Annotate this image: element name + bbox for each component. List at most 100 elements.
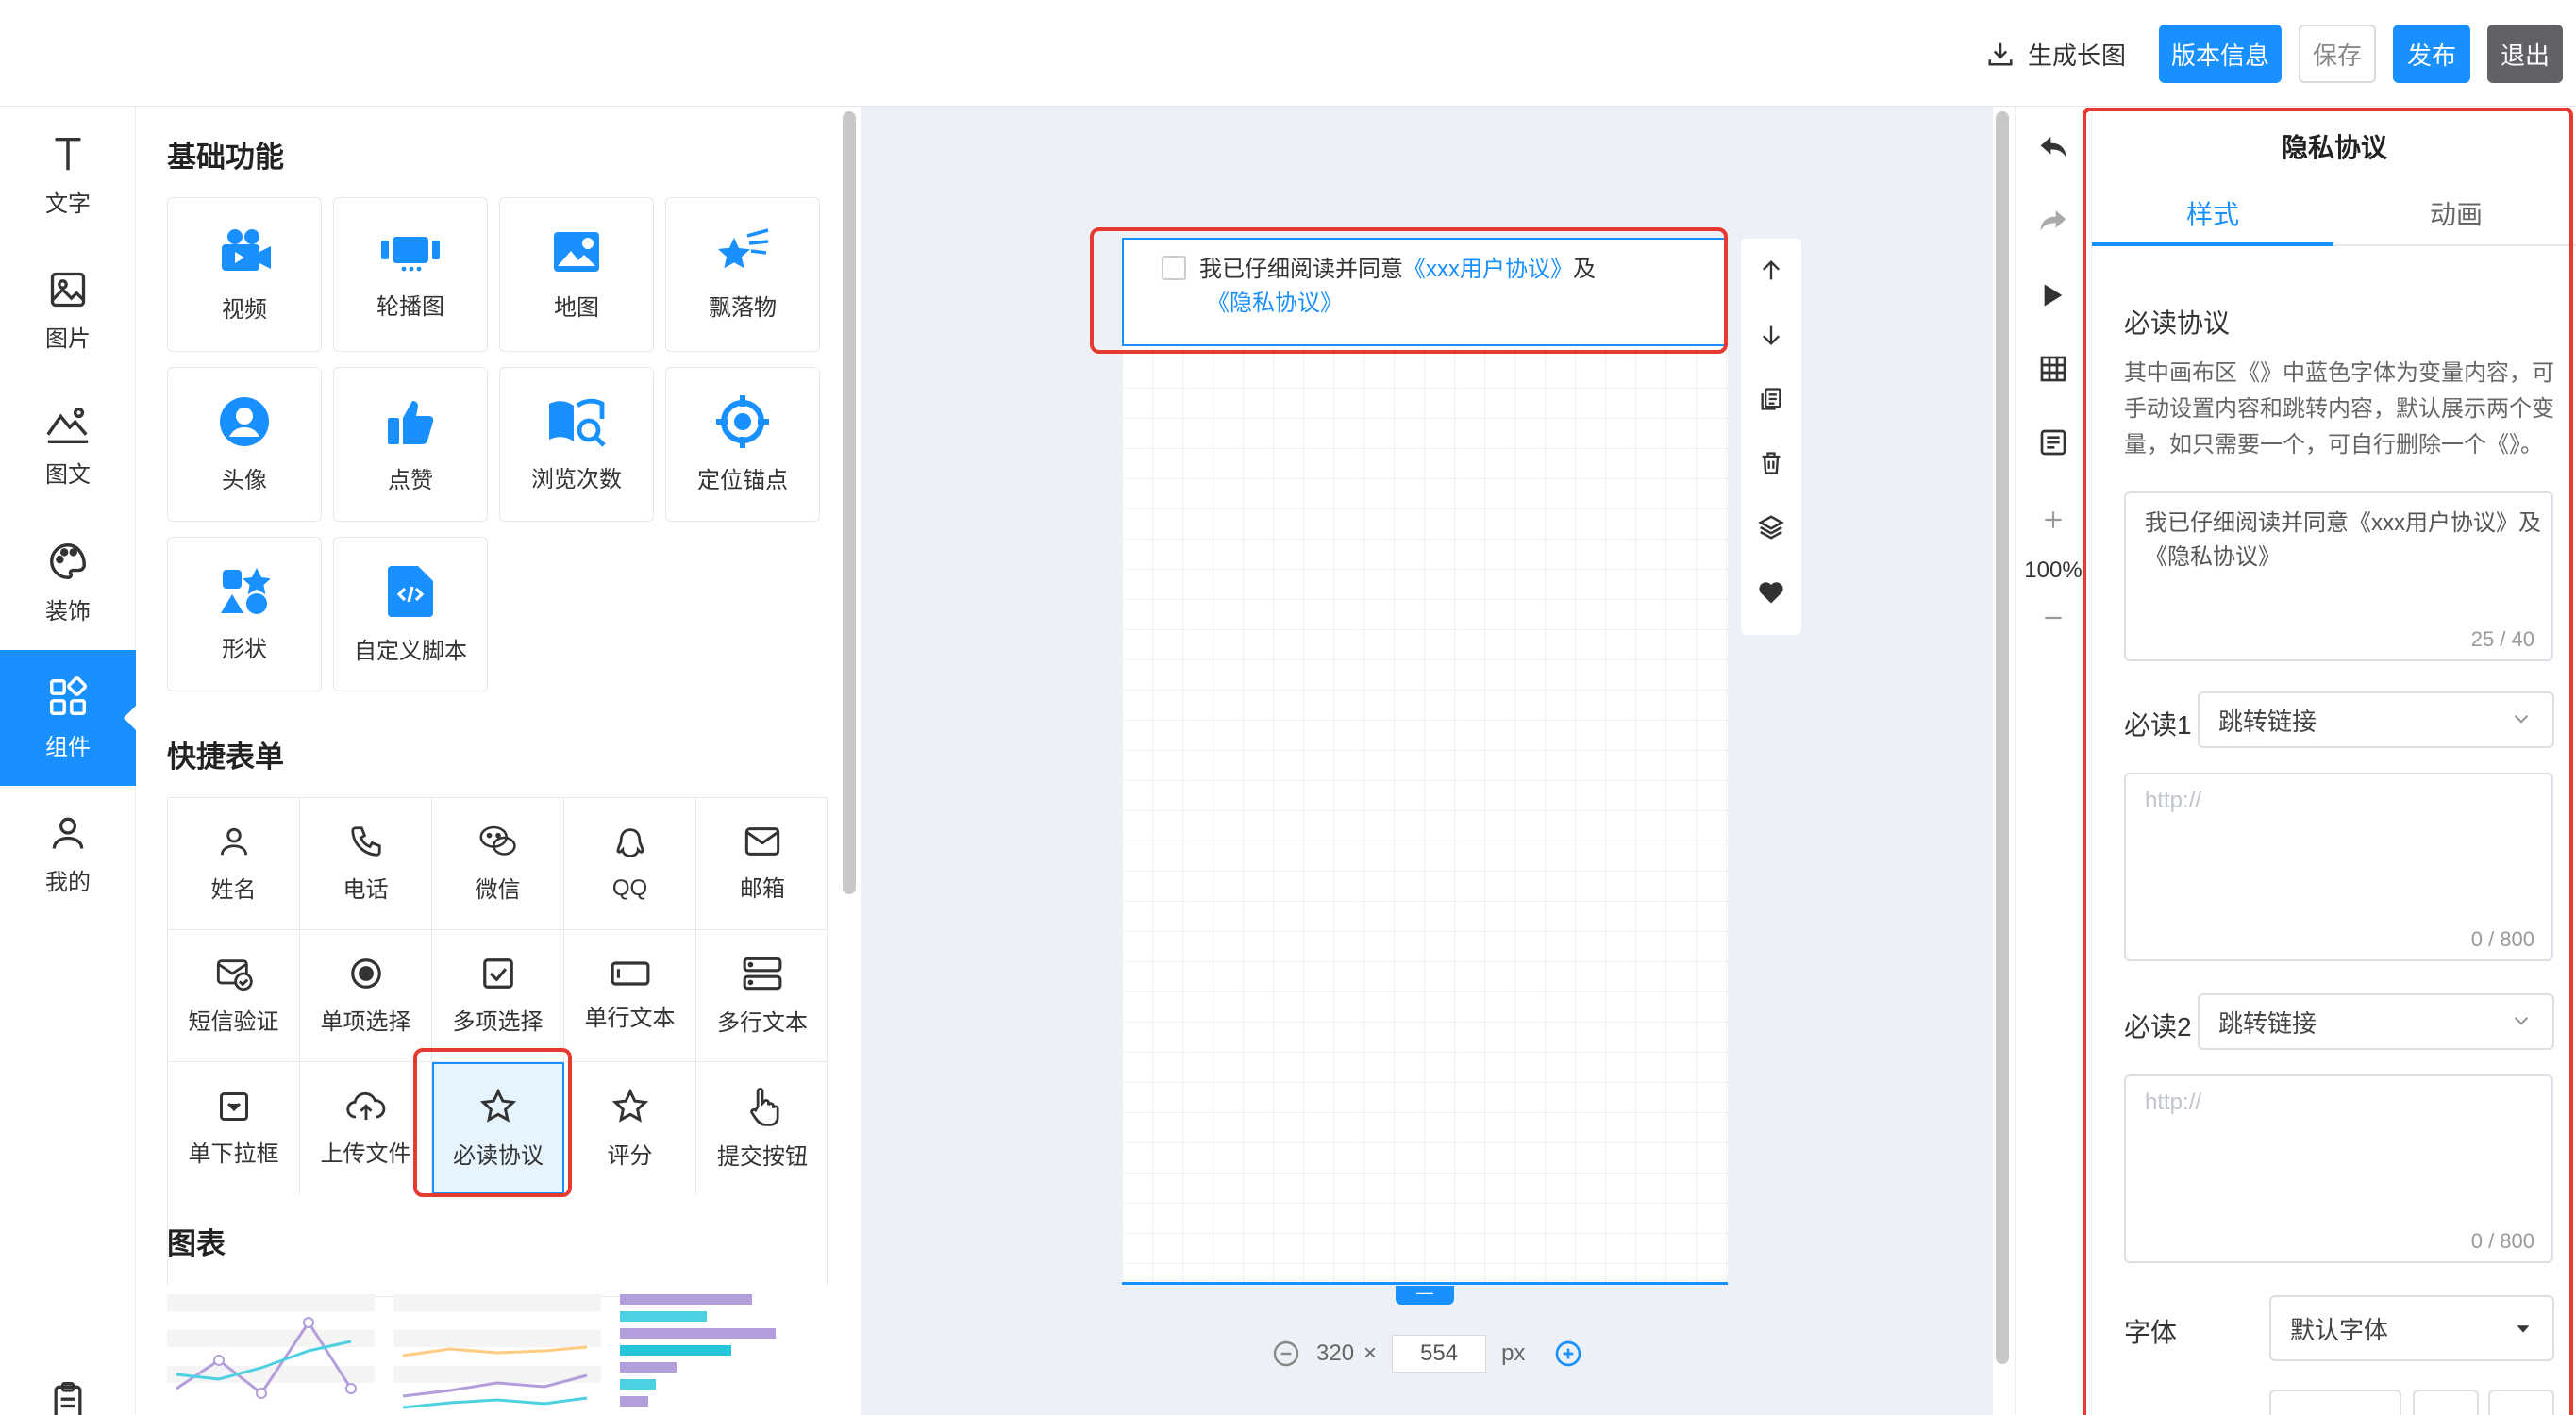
font-size-up-button[interactable] — [2488, 1390, 2554, 1415]
component-like[interactable]: 点赞 — [333, 367, 488, 522]
preview-button[interactable] — [2016, 267, 2091, 324]
favorite-button[interactable] — [1741, 559, 1801, 624]
rail-item-text[interactable]: 文字 — [0, 107, 136, 242]
canvas-resize-handle[interactable]: — — [1396, 1284, 1454, 1305]
quick-form-title: 快捷表单 — [167, 741, 284, 774]
copy-icon — [1761, 388, 1781, 410]
canvas-scrollbar[interactable] — [1996, 111, 2009, 1364]
sms-verify-icon — [216, 959, 253, 991]
form-item-sms[interactable]: 短信验证 — [168, 930, 300, 1062]
form-item-upload[interactable]: 上传文件 — [300, 1062, 432, 1194]
component-panel: 基础功能 视频 轮播图 地图 飘落物 头像 点赞 浏览次数 定位锚点 形状 自定… — [137, 107, 859, 1415]
form-item-checkbox[interactable]: 多项选择 — [432, 930, 564, 1062]
layers-button[interactable] — [1741, 495, 1801, 559]
rail-item-mine[interactable]: 我的 — [0, 786, 136, 922]
pointer-hand-icon — [750, 1087, 779, 1126]
form-item-phone[interactable]: 电话 — [300, 798, 432, 930]
agreement-content-value: 我已仔细阅读并同意《xxx用户协议》及《隐私协议》 — [2145, 510, 2541, 570]
font-size-input[interactable] — [2269, 1390, 2401, 1415]
palette-icon — [50, 542, 86, 579]
form-item-dropdown[interactable]: 单下拉框 — [168, 1062, 300, 1194]
component-anchor[interactable]: 定位锚点 — [665, 367, 820, 522]
page-settings-button[interactable] — [2016, 414, 2091, 471]
read2-url-textarea[interactable]: http:// 0 / 800 — [2124, 1074, 2553, 1263]
chart-thumb-line[interactable] — [167, 1285, 375, 1415]
read1-url-textarea[interactable]: http:// 0 / 800 — [2124, 773, 2553, 961]
agreement-component[interactable]: 我已仔细阅读并同意《xxx用户协议》及 《隐私协议》 — [1122, 238, 1728, 346]
form-item-wechat[interactable]: 微信 — [432, 798, 564, 930]
delete-button[interactable] — [1741, 431, 1801, 495]
component-custom-script[interactable]: 自定义脚本 — [333, 537, 488, 691]
zoom-in-circle-icon[interactable] — [1553, 1339, 1583, 1369]
phone-canvas[interactable] — [1122, 237, 1728, 1284]
move-down-button[interactable] — [1741, 303, 1801, 367]
component-map[interactable]: 地图 — [499, 197, 654, 352]
tab-animation[interactable]: 动画 — [2335, 191, 2576, 246]
form-item-submit[interactable]: 提交按钮 — [696, 1062, 828, 1194]
tab-style[interactable]: 样式 — [2092, 191, 2333, 246]
canvas-height-input[interactable]: 554 — [1392, 1335, 1487, 1373]
redo-button[interactable] — [2016, 193, 2091, 250]
component-video[interactable]: 视频 — [167, 197, 322, 352]
form-item-email[interactable]: 邮箱 — [696, 798, 828, 930]
form-item-rating[interactable]: 评分 — [564, 1062, 696, 1194]
form-item-required-agreement[interactable]: 必读协议 — [432, 1062, 564, 1194]
zoom-out-button[interactable] — [2016, 590, 2091, 646]
component-avatar[interactable]: 头像 — [167, 367, 322, 522]
view-count-icon — [549, 398, 606, 447]
zoom-in-button[interactable] — [2016, 491, 2091, 548]
save-button[interactable]: 保存 — [2299, 25, 2376, 83]
bar-chart-thumbnail — [620, 1294, 776, 1407]
rail-item-image-text[interactable]: 图文 — [0, 378, 136, 514]
font-size-down-button[interactable] — [2413, 1390, 2479, 1415]
chart-thumb-bar[interactable] — [620, 1285, 828, 1415]
component-carousel[interactable]: 轮播图 — [333, 197, 488, 352]
clipboard-icon[interactable] — [47, 1380, 89, 1415]
form-item-radio[interactable]: 单项选择 — [300, 930, 432, 1062]
version-info-button[interactable]: 版本信息 — [2159, 25, 2282, 83]
agreement-content-textarea[interactable]: 我已仔细阅读并同意《xxx用户协议》及《隐私协议》 25 / 40 — [2124, 491, 2553, 661]
publish-button[interactable]: 发布 — [2393, 25, 2470, 83]
minus-icon — [2045, 616, 2062, 620]
form-item-name[interactable]: 姓名 — [168, 798, 300, 930]
component-shape[interactable]: 形状 — [167, 537, 322, 691]
caret-down-icon — [2517, 1325, 2530, 1333]
component-falling-objects[interactable]: 飘落物 — [665, 197, 820, 352]
rail-item-decoration[interactable]: 装饰 — [0, 514, 136, 650]
undo-button[interactable] — [2016, 120, 2091, 176]
move-up-button[interactable] — [1741, 239, 1801, 303]
generate-long-image-button[interactable]: 生成长图 — [1986, 25, 2137, 83]
grid-button[interactable] — [2016, 341, 2091, 397]
component-label: 地图 — [554, 294, 599, 321]
wechat-icon — [479, 825, 516, 856]
read1-label: 必读1 — [2124, 710, 2192, 740]
rail-item-label: 装饰 — [45, 598, 91, 624]
form-item-qq[interactable]: QQ — [564, 798, 696, 930]
form-item-multi-line[interactable]: 多行文本 — [696, 930, 828, 1062]
checkbox-icon — [482, 958, 513, 989]
rail-item-image[interactable]: 图片 — [0, 242, 136, 378]
dropdown-icon — [219, 1091, 248, 1121]
property-panel: 隐私协议 样式 动画 必读协议 其中画布区《》中蓝色字体为变量内容，可手动设置内… — [2091, 107, 2576, 1415]
rail-item-label: 图文 — [45, 461, 91, 488]
component-label: 飘落物 — [709, 294, 777, 321]
agreement-joiner: 及 — [1573, 257, 1596, 282]
chart-thumb-multiline[interactable] — [393, 1285, 601, 1415]
font-family-select[interactable]: 默认字体 — [2269, 1295, 2554, 1361]
carousel-icon — [381, 236, 440, 271]
agreement-checkbox[interactable] — [1162, 256, 1186, 280]
rail-item-components[interactable]: 组件 — [0, 650, 137, 786]
mail-icon — [744, 827, 780, 856]
chevron-down-icon — [2514, 714, 2529, 724]
chart-section-title: 图表 — [167, 1227, 226, 1260]
copy-button[interactable] — [1741, 367, 1801, 431]
user-agreement-link[interactable]: 《xxx用户协议》 — [1403, 257, 1573, 282]
component-panel-scrollbar[interactable] — [843, 111, 856, 894]
read1-link-type-select[interactable]: 跳转链接 — [2198, 691, 2554, 748]
zoom-out-circle-icon[interactable] — [1271, 1339, 1301, 1369]
component-view-count[interactable]: 浏览次数 — [499, 367, 654, 522]
form-item-single-line[interactable]: 单行文本 — [564, 930, 696, 1062]
privacy-agreement-link[interactable]: 《隐私协议》 — [1199, 287, 1690, 321]
exit-button[interactable]: 退出 — [2487, 25, 2563, 83]
read2-link-type-select[interactable]: 跳转链接 — [2198, 993, 2554, 1050]
